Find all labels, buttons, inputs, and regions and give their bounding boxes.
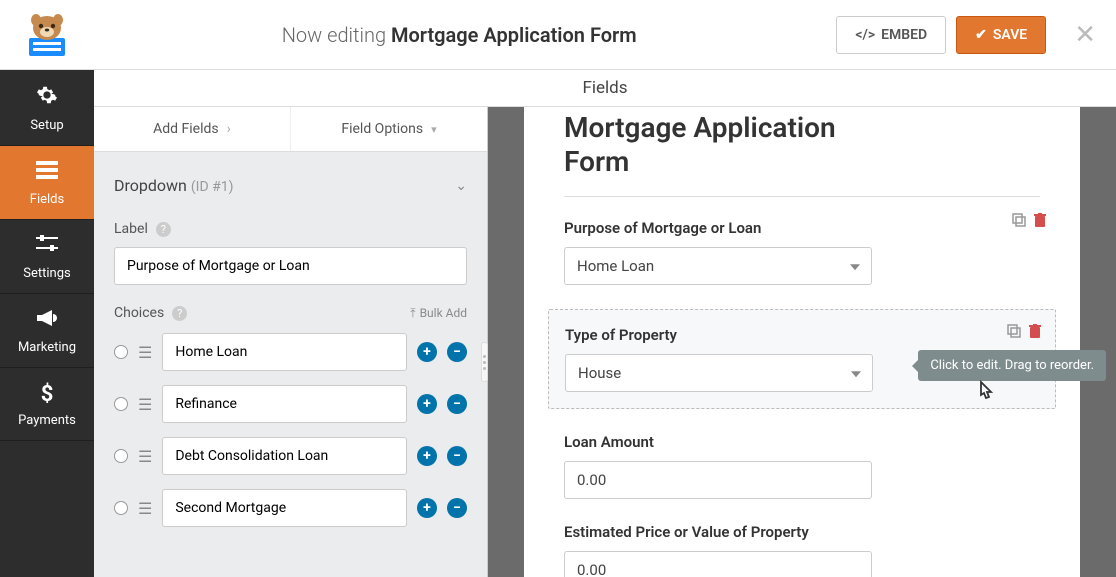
choice-input[interactable] <box>162 437 407 475</box>
upload-icon: ⤒ <box>410 306 415 321</box>
close-icon[interactable]: ✕ <box>1066 20 1104 50</box>
drag-handle-icon[interactable]: ☰ <box>138 499 152 518</box>
choice-row: ☰ + − <box>114 333 467 371</box>
default-radio[interactable] <box>114 397 128 411</box>
choice-input[interactable] <box>162 489 407 527</box>
sidenav-setup[interactable]: Setup <box>0 70 94 146</box>
gear-icon <box>4 84 90 112</box>
duplicate-icon[interactable] <box>1007 324 1021 342</box>
sidenav-payments[interactable]: $ Payments <box>0 368 94 441</box>
code-icon: </> <box>855 27 875 43</box>
remove-choice-button[interactable]: − <box>447 394 467 414</box>
check-icon: ✔ <box>975 27 987 43</box>
field-label: Purpose of Mortgage or Loan <box>564 219 1040 237</box>
bulk-add-button[interactable]: ⤒ Bulk Add <box>410 306 467 321</box>
field-label: Type of Property <box>565 326 1039 344</box>
form-title: Mortgage Application Form <box>564 107 884 178</box>
tab-field-options[interactable]: Field Options ▾ <box>291 107 487 151</box>
help-icon[interactable]: ? <box>172 306 187 321</box>
number-input[interactable] <box>564 551 872 577</box>
choice-input[interactable] <box>162 385 407 423</box>
choice-row: ☰ + − <box>114 437 467 475</box>
help-icon[interactable]: ? <box>156 222 171 237</box>
add-choice-button[interactable]: + <box>417 498 437 518</box>
add-choice-button[interactable]: + <box>417 342 437 362</box>
field-options-header[interactable]: Dropdown (ID #1) ⌄ <box>114 152 467 213</box>
tab-add-fields[interactable]: Add Fields › <box>94 107 290 151</box>
default-radio[interactable] <box>114 449 128 463</box>
choices-heading: Choices ? <box>114 305 187 321</box>
drag-handle-icon[interactable]: ☰ <box>138 447 152 466</box>
choice-input[interactable] <box>162 333 407 371</box>
add-choice-button[interactable]: + <box>417 394 437 414</box>
field-label: Estimated Price or Value of Property <box>564 523 1040 541</box>
sliders-icon <box>4 234 90 260</box>
label-input[interactable] <box>114 247 467 285</box>
panel-resize-handle[interactable] <box>481 342 488 382</box>
chevron-down-icon: ▾ <box>431 123 437 136</box>
select-input[interactable]: Home Loan <box>564 247 872 285</box>
drag-tooltip: Click to edit. Drag to reorder. <box>918 350 1106 381</box>
label-heading: Label ? <box>114 221 467 237</box>
sidenav-marketing[interactable]: Marketing <box>0 294 94 368</box>
default-radio[interactable] <box>114 501 128 515</box>
form-field[interactable]: Estimated Price or Value of Property <box>564 523 1040 577</box>
remove-choice-button[interactable]: − <box>447 342 467 362</box>
number-input[interactable] <box>564 461 872 499</box>
add-choice-button[interactable]: + <box>417 446 437 466</box>
chevron-down-icon: ⌄ <box>455 178 467 194</box>
choice-row: ☰ + − <box>114 385 467 423</box>
drag-handle-icon[interactable]: ☰ <box>138 343 152 362</box>
field-label: Loan Amount <box>564 433 1040 451</box>
select-input[interactable]: House <box>565 354 873 392</box>
sidenav-settings[interactable]: Settings <box>0 220 94 294</box>
form-field[interactable]: Loan Amount <box>564 433 1040 499</box>
sidenav-fields[interactable]: Fields <box>0 146 94 220</box>
list-icon <box>4 160 90 186</box>
pointer-cursor-icon <box>974 380 996 412</box>
app-logo <box>12 12 82 58</box>
panel-title: Fields <box>94 70 1116 107</box>
dollar-icon: $ <box>4 382 90 407</box>
delete-icon[interactable] <box>1034 213 1046 231</box>
choice-row: ☰ + − <box>114 489 467 527</box>
embed-button[interactable]: </> EMBED <box>836 16 946 54</box>
delete-icon[interactable] <box>1029 324 1041 342</box>
bullhorn-icon <box>4 308 90 334</box>
remove-choice-button[interactable]: − <box>447 498 467 518</box>
duplicate-icon[interactable] <box>1012 213 1026 231</box>
default-radio[interactable] <box>114 345 128 359</box>
chevron-right-icon: › <box>227 121 231 137</box>
drag-handle-icon[interactable]: ☰ <box>138 395 152 414</box>
page-title: Now editing Mortgage Application Form <box>82 23 836 47</box>
form-field[interactable]: Purpose of Mortgage or Loan Home Loan <box>564 219 1040 285</box>
remove-choice-button[interactable]: − <box>447 446 467 466</box>
save-button[interactable]: ✔ SAVE <box>956 16 1046 54</box>
